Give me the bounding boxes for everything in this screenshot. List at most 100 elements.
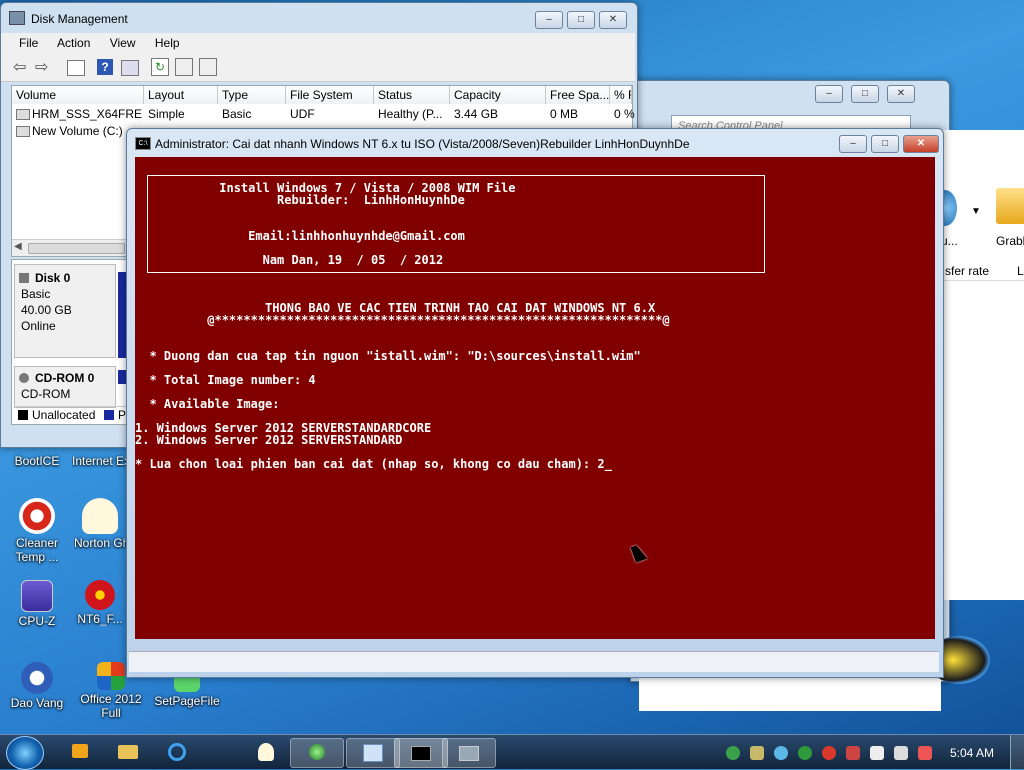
close-button[interactable]: ✕ [903,135,939,153]
disk-state: Online [21,319,56,333]
tray-volume-muted-icon[interactable] [918,746,932,760]
disk-management-titlebar[interactable]: Disk Management – □ ✕ [1,3,637,31]
console-status-strip [129,651,939,672]
console-input-prompt[interactable]: * Lua chon loai phien ban cai dat (nhap … [135,457,612,471]
properties-icon[interactable] [121,60,139,76]
console-line: * Available Image: [135,397,280,411]
menu-help[interactable]: Help [155,36,180,50]
desktop-icon-label: Internet Explorer [72,454,126,468]
taskbar-network[interactable] [290,738,344,768]
console-tree-icon[interactable] [67,60,85,76]
desktop-icon-label: Office 2012 Full [80,692,142,720]
office-icon [97,662,125,690]
minimize-button[interactable]: – [839,135,867,153]
minimize-button[interactable]: – [815,85,843,103]
tray-sync-icon[interactable] [774,746,788,760]
disk-0-label[interactable]: Disk 0 Basic 40.00 GB Online [14,264,116,358]
tray-network-icon[interactable] [750,746,764,760]
close-button[interactable]: ✕ [887,85,915,103]
table-cell: 0 MB [550,107,579,121]
desktop-icon-label: BootICE [14,454,60,468]
desktop-icon-dao-vang[interactable]: Dao Vang [0,662,74,710]
taskbar-disk-management[interactable] [442,738,496,768]
console-header-line: Email:linhhonhuynhde@Gmail.com [147,229,465,243]
taskbar-control-panel[interactable] [346,738,400,768]
horizontal-scrollbar[interactable]: ◀ [12,239,127,256]
cdrom-icon [19,373,29,383]
table-cell: Basic [222,107,252,121]
column-type[interactable]: Type [218,86,286,104]
tray-flame-icon[interactable] [822,746,836,760]
disk-management-app-icon [9,11,25,25]
forward-arrow-icon[interactable]: ⇨ [35,57,48,77]
column-header-transfer-rate[interactable]: sfer rate [945,264,989,278]
desktop-icon-label: Norton Ghost 11 [74,536,126,550]
desktop-icon-cpu-z[interactable]: CPU-Z [0,580,74,628]
column-volume[interactable]: Volume [12,86,144,104]
tray-shield-icon[interactable] [846,746,860,760]
ghost-icon [258,743,274,761]
desktop-icon-label: SetPageFile [154,694,220,708]
column-header-la[interactable]: La [1017,264,1024,278]
console-output[interactable]: Install Windows 7 / Vista / 2008 WIM Fil… [135,157,935,639]
column-layout[interactable]: Layout [144,86,218,104]
close-button[interactable]: ✕ [599,11,627,29]
taskbar-internet-explorer[interactable] [150,738,202,766]
tray-globe-icon[interactable] [726,746,740,760]
control-panel-titlebar[interactable]: – □ ✕ [631,81,949,109]
console-line: * Duong dan cua tap tin nguon "istall.wi… [135,349,641,363]
maximize-button[interactable]: □ [871,135,899,153]
cleaner-icon [19,498,55,534]
desktop-icon-label: Cleaner Temp ... [15,536,59,564]
desktop-icon-nt6[interactable]: NT6_F... [74,580,126,626]
disk-management-icon [459,746,479,761]
menu-file[interactable]: File [19,36,38,50]
column-capacity[interactable]: Capacity [450,86,546,104]
menu-action[interactable]: Action [57,36,90,50]
settings-icon[interactable] [175,58,193,76]
taskbar-explorer[interactable] [102,738,154,766]
view-icon[interactable] [199,58,217,76]
column-status[interactable]: Status [374,86,450,104]
refresh-icon[interactable]: ↻ [151,58,169,76]
console-titlebar[interactable]: C:\ Administrator: Cai dat nhanh Windows… [127,129,943,157]
tray-monitor-icon[interactable] [894,746,908,760]
menu-bar: File Action View Help [1,33,635,53]
menu-view[interactable]: View [110,36,136,50]
tray-flag-icon[interactable] [870,746,884,760]
tray-play-icon[interactable] [798,746,812,760]
dropdown-arrow-icon[interactable]: ▼ [971,206,981,217]
table-cell: 3.44 GB [454,107,499,121]
back-arrow-icon[interactable]: ⇦ [13,57,26,77]
console-title: Administrator: Cai dat nhanh Windows NT … [155,137,690,151]
column-file-system[interactable]: File System [286,86,374,104]
help-icon[interactable]: ? [97,59,113,75]
volume-icon [16,109,30,120]
cdrom-0-label[interactable]: CD-ROM 0 CD-ROM [14,366,116,408]
clock[interactable]: 5:04 AM [950,746,994,760]
maximize-button[interactable]: □ [567,11,595,29]
table-cell: Healthy (P... [378,107,443,121]
legend-swatch-primary [104,410,114,420]
show-desktop-button[interactable] [1010,735,1024,769]
console-window[interactable]: C:\ Administrator: Cai dat nhanh Windows… [126,128,944,678]
scroll-left-arrow-icon[interactable]: ◀ [14,241,22,252]
desktop-icon-norton-ghost[interactable]: Norton Ghost 11 [74,498,126,550]
legend-label: Unallocated [32,408,96,422]
desktop-icon-internet-explorer[interactable]: Internet Explorer [72,454,126,468]
mouse-cursor-icon [630,543,648,563]
taskbar: 5:04 AM [0,734,1024,770]
taskbar-media-player[interactable] [54,738,106,766]
ie-icon [168,743,186,761]
desktop-icon-bootice[interactable]: BootICE [0,454,74,468]
taskbar-command-prompt[interactable] [394,738,448,768]
column-free-space[interactable]: Free Spa... [546,86,610,104]
minimize-button[interactable]: – [535,11,563,29]
taskbar-ghost[interactable] [240,738,292,766]
start-button[interactable] [6,736,44,770]
cpu-z-icon [21,580,53,612]
column-percent-free[interactable]: % F [610,86,632,104]
maximize-button[interactable]: □ [851,85,879,103]
flag-icon [85,580,115,610]
desktop-icon-cleaner[interactable]: Cleaner Temp ... [0,498,74,564]
